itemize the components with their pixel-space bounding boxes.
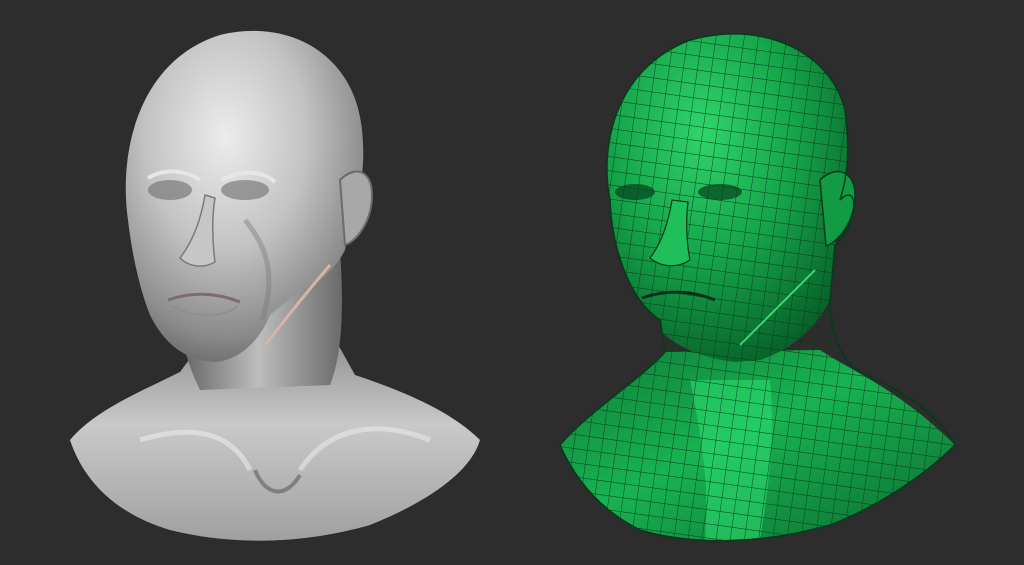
- clay-head-model: [70, 30, 480, 541]
- mesh-eye-right: [698, 184, 742, 200]
- clay-eye-right: [221, 180, 269, 200]
- render-viewport: [0, 0, 1024, 565]
- clay-ear: [338, 170, 374, 247]
- mesh-head-model: [559, 33, 956, 542]
- mesh-wireframe: [560, 33, 955, 541]
- mesh-ear: [819, 170, 856, 248]
- render-canvas: [70, 30, 956, 542]
- mesh-eye-left: [615, 184, 655, 200]
- clay-eye-left: [148, 180, 192, 200]
